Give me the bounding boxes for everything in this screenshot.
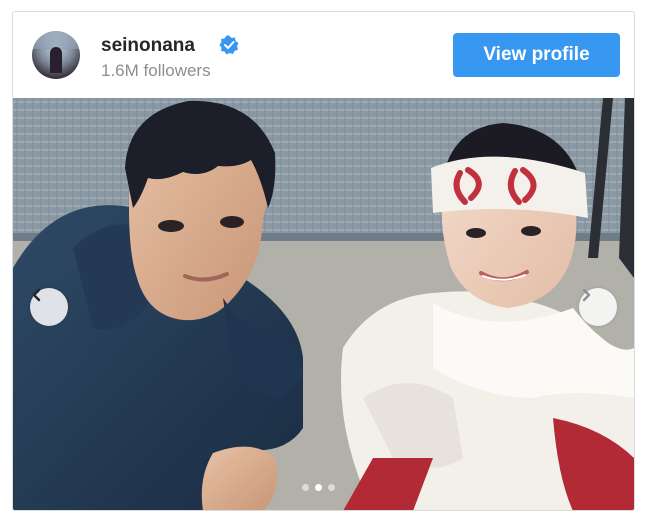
carousel-dot <box>302 483 309 491</box>
carousel-dot <box>315 483 322 491</box>
instagram-embed-card: seinonana 1.6M followers View profile <box>12 11 635 511</box>
username[interactable]: seinonana <box>101 35 195 57</box>
follower-count: 1.6M followers <box>101 61 211 80</box>
post-header: seinonana 1.6M followers View profile <box>13 12 634 98</box>
chevron-left-icon <box>32 288 41 302</box>
carousel-dot <box>328 483 335 491</box>
post-photo[interactable] <box>13 98 634 510</box>
chevron-right-icon <box>582 288 591 302</box>
avatar[interactable] <box>32 31 80 79</box>
carousel-prev-button[interactable] <box>30 288 68 326</box>
carousel-indicator <box>302 482 346 492</box>
post-photo-illustration <box>13 98 634 510</box>
avatar-figure <box>50 47 62 73</box>
carousel-next-button[interactable] <box>579 288 617 326</box>
verified-badge-icon <box>219 35 239 55</box>
view-profile-button[interactable]: View profile <box>453 33 620 77</box>
